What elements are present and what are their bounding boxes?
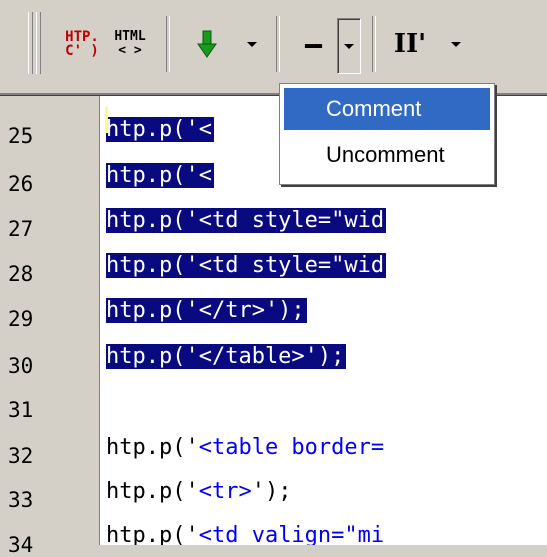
toolbar: HTP. C' ) HTML < > -- II' — [0, 0, 547, 93]
line-number: 34 — [8, 533, 34, 557]
line-number: 26 — [8, 172, 34, 196]
html-wrap-button[interactable]: HTML < > — [108, 20, 152, 68]
string-literal: <tr> — [198, 479, 252, 504]
code-line[interactable]: htp.p('<td valign="mi — [106, 517, 384, 545]
selected-text: htp.p('<td style="wid — [106, 208, 387, 233]
comment-button[interactable]: -- — [290, 20, 334, 68]
selected-text: htp.p('<td style="wid — [106, 253, 387, 278]
selected-text: htp.p('</table>'); — [106, 344, 347, 369]
text-caret — [105, 107, 108, 133]
toolbar-separator — [276, 16, 280, 72]
code-text: htp.p(' — [106, 479, 199, 504]
chevron-down-icon — [247, 41, 257, 47]
code-line[interactable]: htp.p('<table border= — [106, 429, 384, 467]
move-down-dropdown[interactable] — [244, 20, 260, 68]
pause-button[interactable]: II' — [388, 20, 432, 68]
pause-icon: II' — [393, 29, 427, 59]
chevron-down-icon — [344, 43, 354, 49]
line-number: 25 — [8, 124, 34, 148]
pause-dropdown[interactable] — [448, 20, 464, 68]
code-text: htp.p(' — [106, 523, 199, 545]
code-line[interactable]: htp.p('<tr>'); — [106, 473, 291, 511]
toolbar-grip[interactable] — [28, 12, 33, 74]
comment-dash-icon: -- — [303, 27, 323, 61]
toolbar-separator — [372, 16, 376, 72]
comment-dropdown-button[interactable] — [337, 18, 361, 74]
toolbar-separator — [166, 16, 170, 72]
code-text: '); — [251, 479, 292, 504]
code-line[interactable]: htp.p('< — [106, 157, 214, 195]
toolbar-grip-secondary[interactable] — [36, 12, 41, 74]
html-icon: HTML < > — [114, 29, 146, 58]
green-down-arrow-icon — [197, 30, 217, 58]
selected-text: htp.p('< — [106, 117, 214, 142]
line-number: 30 — [8, 354, 34, 378]
code-line[interactable]: htp.p('<td style="wid — [106, 202, 387, 240]
menu-item-comment[interactable]: Comment — [284, 88, 490, 130]
menu-item-uncomment[interactable]: Uncomment — [284, 134, 490, 176]
line-number: 31 — [8, 398, 34, 422]
selected-text: htp.p('< — [106, 163, 214, 188]
htp-wrap-button[interactable]: HTP. C' ) — [60, 20, 104, 68]
htp-icon: HTP. C' ) — [65, 29, 99, 59]
line-number: 27 — [8, 217, 34, 241]
string-literal: <table border= — [198, 435, 385, 460]
line-number: 32 — [8, 444, 34, 468]
code-line[interactable]: htp.p('</table>'); — [106, 338, 347, 376]
line-number-gutter: 25 26 27 28 29 30 31 32 33 34 — [0, 96, 100, 557]
comment-dropdown-menu: Comment Uncomment — [279, 83, 495, 185]
code-line[interactable]: htp.p('< — [106, 111, 214, 149]
chevron-down-icon — [451, 41, 461, 47]
selected-text: htp.p('</tr>'); — [106, 298, 307, 323]
code-line[interactable]: htp.p('<td style="wid — [106, 247, 387, 285]
line-number: 29 — [8, 307, 34, 331]
code-line[interactable]: htp.p('</tr>'); — [106, 292, 307, 330]
line-number: 33 — [8, 488, 34, 512]
move-down-button[interactable] — [188, 20, 226, 68]
code-text: htp.p(' — [106, 435, 199, 460]
line-number: 28 — [8, 262, 34, 286]
string-literal: <td valign="mi — [198, 523, 385, 545]
